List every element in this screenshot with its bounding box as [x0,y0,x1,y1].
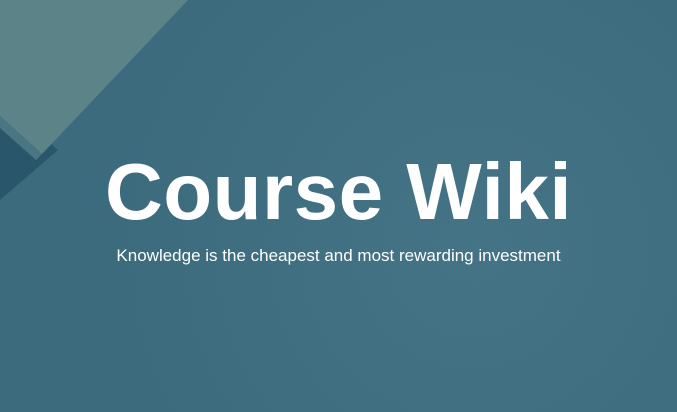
tagline: Knowledge is the cheapest and most rewar… [116,246,561,265]
page-title: Course Wiki [104,147,573,236]
hero-content: Course Wiki Knowledge is the cheapest an… [0,0,677,412]
hero-banner: Course Wiki Knowledge is the cheapest an… [0,0,677,412]
